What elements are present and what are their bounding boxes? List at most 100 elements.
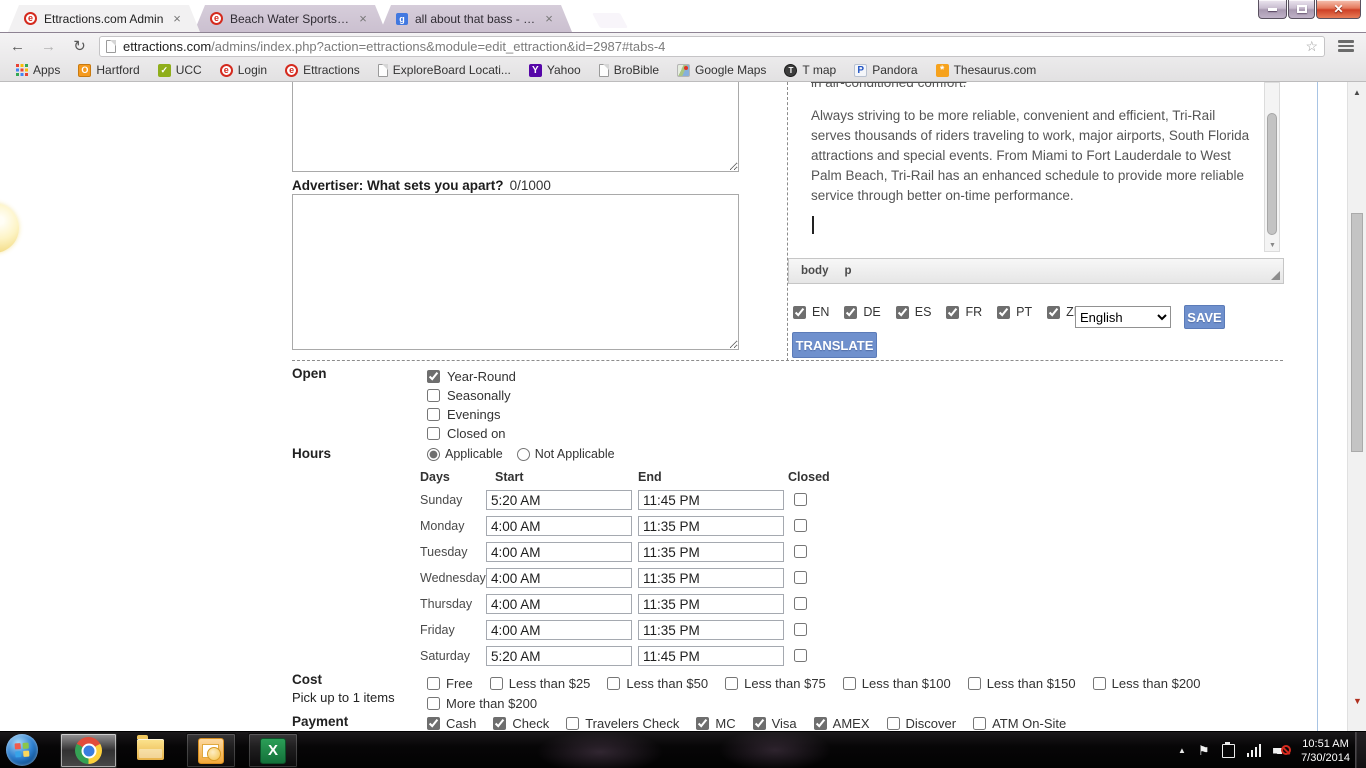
open-checkbox[interactable]: [427, 389, 440, 402]
show-desktop-button[interactable]: [1355, 732, 1366, 768]
bookmark-item[interactable]: ExploreBoard Locati...: [369, 60, 520, 80]
cost-option[interactable]: Free: [427, 676, 473, 691]
start-time-input[interactable]: [486, 542, 632, 562]
payment-checkbox[interactable]: [887, 717, 900, 730]
start-time-input[interactable]: [486, 620, 632, 640]
language-option[interactable]: PT: [997, 305, 1032, 319]
translate-button[interactable]: TRANSLATE: [792, 332, 877, 358]
language-checkbox[interactable]: [896, 306, 909, 319]
payment-option[interactable]: Travelers Check: [566, 716, 679, 731]
start-time-input[interactable]: [486, 490, 632, 510]
network-signal-icon[interactable]: [1247, 744, 1262, 757]
taskbar-outlook-button[interactable]: [186, 733, 236, 768]
payment-checkbox[interactable]: [493, 717, 506, 730]
bookmark-item[interactable]: P Pandora: [845, 60, 926, 80]
hidden-icons-arrow[interactable]: ▲: [1178, 746, 1186, 755]
scroll-down-icon[interactable]: ▼: [1353, 696, 1362, 706]
start-button[interactable]: [6, 734, 38, 766]
cost-option[interactable]: More than $200: [427, 696, 537, 711]
closed-checkbox[interactable]: [794, 649, 807, 662]
bookmark-item[interactable]: Y Yahoo: [520, 60, 590, 80]
taskbar-explorer-button[interactable]: [137, 739, 164, 760]
closed-checkbox[interactable]: [794, 571, 807, 584]
browser-tab[interactable]: e Ettractions.com Admin ×: [8, 5, 200, 32]
taskbar-chrome-button[interactable]: [60, 733, 117, 768]
back-button[interactable]: ←: [4, 35, 31, 57]
bookmark-item[interactable]: e Ettractions: [276, 60, 369, 80]
cost-checkbox[interactable]: [968, 677, 981, 690]
url-text[interactable]: ettractions.com/admins/index.php?action=…: [123, 39, 1305, 54]
minimize-button[interactable]: [1258, 0, 1287, 19]
page-scrollbar[interactable]: ▲ ▼: [1347, 82, 1366, 731]
tray-window-icon[interactable]: [1222, 744, 1235, 758]
editor-scrollbar[interactable]: ▼: [1264, 82, 1280, 252]
hours-mode-radio[interactable]: [427, 448, 440, 461]
editor-resize-grip[interactable]: [1271, 271, 1280, 280]
hours-mode-radio[interactable]: [517, 448, 530, 461]
editor-scrollbar-thumb[interactable]: [1267, 113, 1277, 235]
open-option[interactable]: Year-Round: [427, 367, 516, 386]
end-time-input[interactable]: [638, 646, 784, 666]
cost-checkbox[interactable]: [725, 677, 738, 690]
editor-path-item[interactable]: p: [844, 265, 851, 277]
end-time-input[interactable]: [638, 490, 784, 510]
payment-option[interactable]: ATM On-Site: [973, 716, 1066, 731]
payment-checkbox[interactable]: [566, 717, 579, 730]
language-checkbox[interactable]: [844, 306, 857, 319]
language-checkbox[interactable]: [1047, 306, 1060, 319]
end-time-input[interactable]: [638, 620, 784, 640]
bookmark-item[interactable]: BroBible: [590, 60, 668, 80]
open-checkbox[interactable]: [427, 370, 440, 383]
cost-option[interactable]: Less than $200: [1093, 676, 1201, 691]
end-time-input[interactable]: [638, 594, 784, 614]
closed-checkbox[interactable]: [794, 623, 807, 636]
forward-button[interactable]: →: [35, 35, 62, 57]
payment-option[interactable]: Cash: [427, 716, 476, 731]
payment-checkbox[interactable]: [753, 717, 766, 730]
tab-close-icon[interactable]: ×: [356, 12, 370, 26]
save-button[interactable]: SAVE: [1184, 305, 1225, 329]
bookmark-star-icon[interactable]: ☆: [1305, 39, 1318, 53]
closed-checkbox[interactable]: [794, 545, 807, 558]
page-scrollbar-thumb[interactable]: [1351, 213, 1363, 452]
bookmark-item[interactable]: T T map: [775, 60, 845, 80]
bookmark-item[interactable]: Google Maps: [668, 60, 775, 80]
cost-checkbox[interactable]: [427, 677, 440, 690]
open-option[interactable]: Evenings: [427, 405, 516, 424]
language-select[interactable]: English: [1075, 306, 1171, 328]
cost-checkbox[interactable]: [607, 677, 620, 690]
start-time-input[interactable]: [486, 568, 632, 588]
language-checkbox[interactable]: [997, 306, 1010, 319]
browser-tab[interactable]: e Beach Water Sports | Tequ ×: [194, 5, 386, 32]
closed-checkbox[interactable]: [794, 519, 807, 532]
payment-option[interactable]: Check: [493, 716, 549, 731]
cost-checkbox[interactable]: [427, 697, 440, 710]
language-checkbox[interactable]: [946, 306, 959, 319]
bookmark-item[interactable]: ✓ UCC: [149, 60, 211, 80]
hours-mode-option[interactable]: Applicable: [427, 447, 503, 461]
reload-button[interactable]: ↻: [66, 35, 93, 57]
cost-option[interactable]: Less than $75: [725, 676, 826, 691]
cost-checkbox[interactable]: [843, 677, 856, 690]
address-bar[interactable]: ettractions.com/admins/index.php?action=…: [99, 36, 1325, 57]
scroll-up-icon[interactable]: ▲: [1353, 88, 1361, 97]
payment-option[interactable]: Visa: [753, 716, 797, 731]
cost-checkbox[interactable]: [490, 677, 503, 690]
language-option[interactable]: DE: [844, 305, 880, 319]
bookmark-item[interactable]: * Thesaurus.com: [927, 60, 1046, 80]
advertiser-textarea[interactable]: [292, 194, 739, 350]
language-option[interactable]: FR: [946, 305, 982, 319]
tab-close-icon[interactable]: ×: [170, 12, 184, 26]
new-tab-button[interactable]: [592, 13, 628, 28]
language-option[interactable]: ES: [896, 305, 932, 319]
browser-tab[interactable]: g all about that bass - Goog ×: [380, 5, 572, 32]
maximize-button[interactable]: [1288, 0, 1315, 19]
end-time-input[interactable]: [638, 568, 784, 588]
cost-option[interactable]: Less than $150: [968, 676, 1076, 691]
cost-checkbox[interactable]: [1093, 677, 1106, 690]
payment-option[interactable]: AMEX: [814, 716, 870, 731]
editor-scroll-down-icon[interactable]: ▼: [1269, 242, 1276, 249]
bookmark-item[interactable]: e Login: [211, 60, 276, 80]
taskbar-excel-button[interactable]: X: [248, 733, 298, 768]
open-checkbox[interactable]: [427, 408, 440, 421]
